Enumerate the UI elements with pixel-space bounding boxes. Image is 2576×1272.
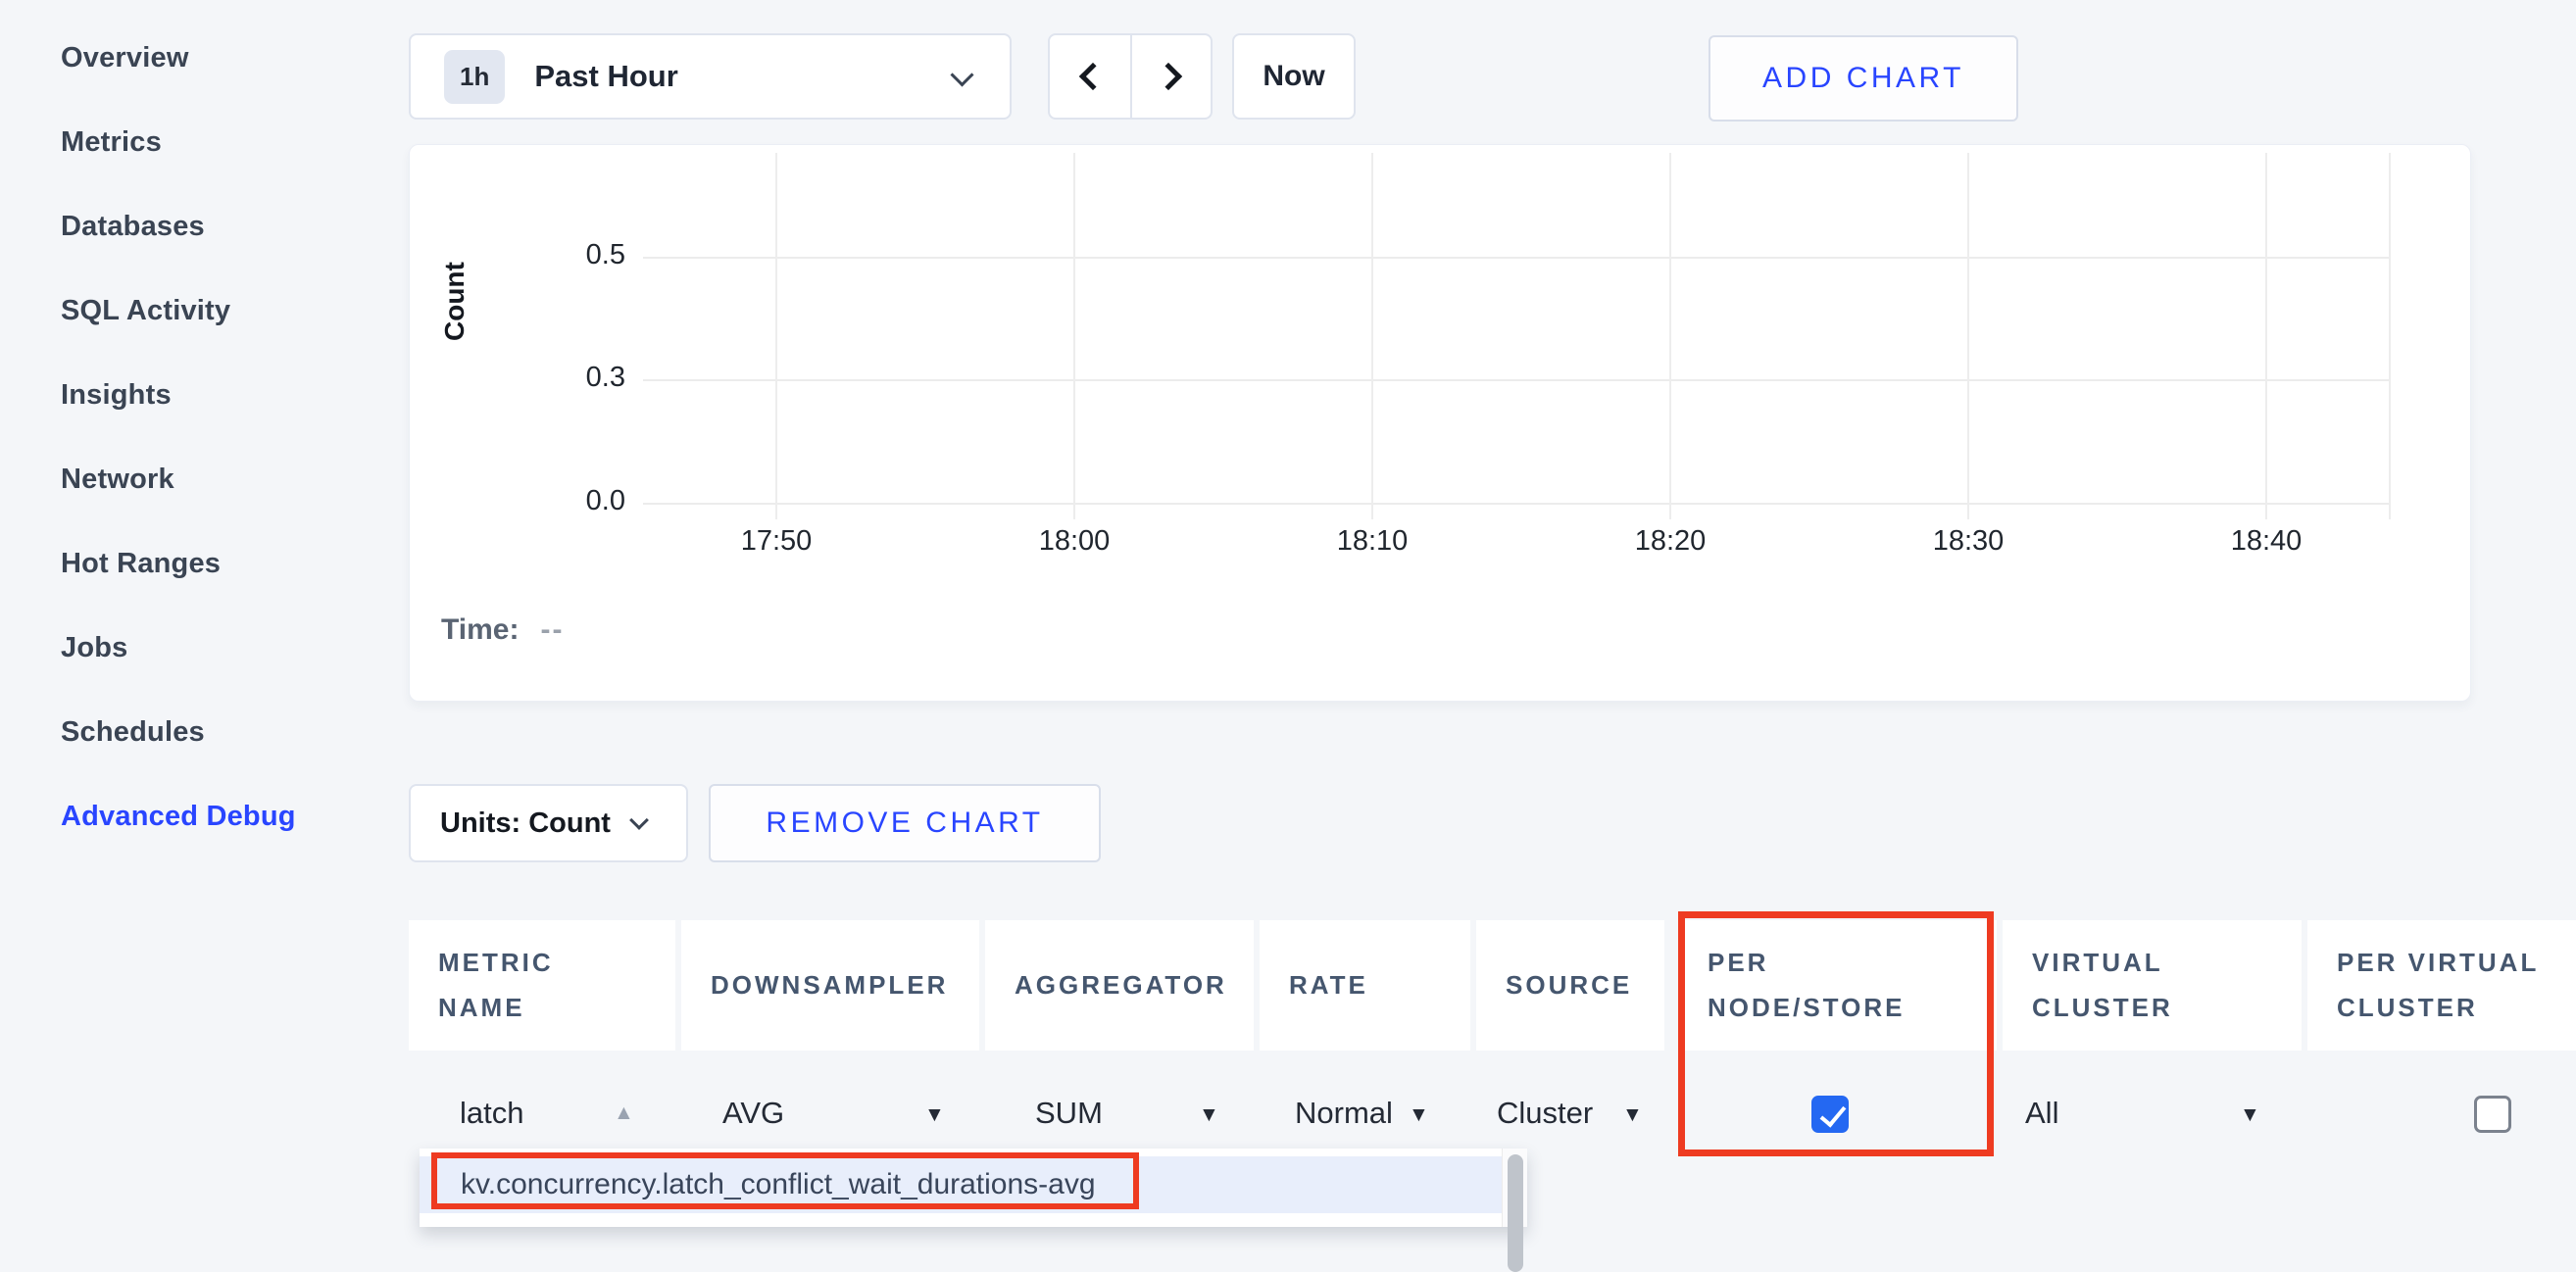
h-gridline [643, 379, 2390, 381]
v-gridline [2265, 153, 2267, 519]
y-axis-label: Count [439, 302, 471, 341]
virtual-cluster-select[interactable]: All [2025, 1094, 2058, 1133]
time-label: Time: [441, 613, 519, 646]
sidebar-item-jobs[interactable]: Jobs [61, 606, 384, 690]
column-header-label: RATE [1289, 963, 1368, 1008]
v-gridline [1371, 153, 1373, 519]
sidebar: Overview Metrics Databases SQL Activity … [61, 16, 384, 858]
chart-hover-footer: Time: -- [441, 613, 564, 647]
v-gridline [1669, 153, 1671, 519]
units-select-label: Units: Count [440, 807, 611, 840]
y-tick-label: 0.3 [537, 362, 625, 394]
sidebar-item-label: Metrics [61, 126, 162, 159]
sidebar-item-label: Overview [61, 42, 189, 74]
column-header-aggregator: AGGREGATOR [985, 920, 1254, 1051]
sidebar-item-sql-activity[interactable]: SQL Activity [61, 269, 384, 353]
column-header-rate: RATE [1260, 920, 1470, 1051]
aggregator-select[interactable]: SUM [1035, 1094, 1103, 1133]
column-header-label: PER NODE/STORE [1708, 941, 1943, 1030]
sidebar-item-label: Advanced Debug [61, 801, 296, 833]
caret-up-icon[interactable]: ▲ [614, 1101, 634, 1125]
chevron-right-icon [1155, 63, 1182, 90]
v-gridline [2389, 153, 2391, 519]
metric-suggestion-item[interactable]: kv.concurrency.latch_conflict_wait_durat… [420, 1156, 1502, 1213]
sidebar-item-label: SQL Activity [61, 295, 230, 327]
column-header-label: VIRTUAL CLUSTER [2032, 941, 2228, 1030]
sidebar-item-label: Hot Ranges [61, 548, 221, 580]
y-tick-label: 0.0 [537, 485, 625, 517]
scrollbar-thumb[interactable] [1508, 1154, 1523, 1272]
sidebar-item-label: Schedules [61, 716, 205, 749]
remove-chart-label: REMOVE CHART [766, 807, 1043, 840]
chart-panel: Count 0.5 0.3 0.0 17:50 18:00 18:10 18:2… [409, 144, 2471, 702]
h-gridline [643, 503, 2390, 505]
per-node-store-checkbox[interactable] [1811, 1096, 1849, 1133]
h-gridline [643, 257, 2390, 259]
v-gridline [775, 153, 777, 519]
time-range-picker[interactable]: 1h Past Hour [409, 33, 1012, 120]
prev-time-button[interactable] [1050, 35, 1130, 118]
caret-down-icon[interactable]: ▼ [924, 1103, 945, 1127]
sidebar-item-schedules[interactable]: Schedules [61, 690, 384, 774]
remove-chart-button[interactable]: REMOVE CHART [709, 784, 1101, 862]
time-nav-group [1048, 33, 1213, 120]
dropdown-scrollbar[interactable] [1502, 1149, 1527, 1227]
column-header-downsampler: DOWNSAMPLER [681, 920, 979, 1051]
sidebar-item-label: Jobs [61, 632, 128, 664]
now-button[interactable]: Now [1232, 33, 1356, 120]
column-header-source: SOURCE [1476, 920, 1664, 1051]
column-header-label: SOURCE [1506, 963, 1632, 1008]
v-gridline [1073, 153, 1075, 519]
caret-down-icon[interactable]: ▼ [1409, 1103, 1429, 1127]
column-header-metric-name: METRIC NAME [409, 920, 675, 1051]
column-header-virtual-cluster: VIRTUAL CLUSTER [2003, 920, 2302, 1051]
time-range-badge: 1h [444, 50, 505, 104]
column-header-per-node-store: PER NODE/STORE [1678, 920, 1997, 1051]
column-header-per-virtual-cluster: PER VIRTUAL CLUSTER [2307, 920, 2576, 1051]
caret-down-icon[interactable]: ▼ [2240, 1103, 2260, 1127]
chevron-left-icon [1079, 63, 1107, 90]
column-header-label: METRIC NAME [438, 941, 595, 1030]
sidebar-item-label: Network [61, 464, 174, 496]
sidebar-item-overview[interactable]: Overview [61, 16, 384, 100]
time-range-label: Past Hour [534, 59, 677, 94]
metric-name-input[interactable]: latch [460, 1094, 523, 1133]
x-tick-label: 17:50 [741, 525, 813, 558]
now-button-label: Now [1263, 60, 1324, 93]
sidebar-item-metrics[interactable]: Metrics [61, 100, 384, 184]
x-tick-label: 18:10 [1337, 525, 1409, 558]
rate-select[interactable]: Normal [1295, 1094, 1393, 1133]
next-time-button[interactable] [1130, 35, 1211, 118]
source-select[interactable]: Cluster [1497, 1094, 1593, 1133]
x-tick-label: 18:00 [1039, 525, 1111, 558]
sidebar-item-network[interactable]: Network [61, 437, 384, 521]
y-tick-label: 0.5 [537, 239, 625, 271]
metric-suggestion-dropdown: kv.concurrency.latch_conflict_wait_durat… [420, 1149, 1527, 1227]
sidebar-item-advanced-debug[interactable]: Advanced Debug [61, 774, 384, 858]
per-virtual-cluster-checkbox[interactable] [2474, 1096, 2511, 1133]
units-select[interactable]: Units: Count [409, 784, 688, 862]
chevron-down-icon [950, 63, 973, 86]
sidebar-item-label: Databases [61, 211, 205, 243]
column-header-label: PER VIRTUAL CLUSTER [2337, 941, 2562, 1030]
sidebar-item-label: Insights [61, 379, 172, 412]
column-header-label: DOWNSAMPLER [711, 963, 948, 1008]
caret-down-icon[interactable]: ▼ [1199, 1103, 1219, 1127]
add-chart-button[interactable]: ADD CHART [1709, 35, 2018, 122]
v-gridline [1967, 153, 1969, 519]
sidebar-item-databases[interactable]: Databases [61, 184, 384, 269]
caret-down-icon[interactable]: ▼ [1622, 1103, 1643, 1127]
add-chart-label: ADD CHART [1762, 62, 1964, 95]
sidebar-item-hot-ranges[interactable]: Hot Ranges [61, 521, 384, 606]
downsampler-select[interactable]: AVG [722, 1094, 784, 1133]
x-tick-label: 18:30 [1933, 525, 2005, 558]
chevron-down-icon [629, 810, 649, 830]
column-header-label: AGGREGATOR [1015, 963, 1227, 1008]
metric-suggestion-text: kv.concurrency.latch_conflict_wait_durat… [461, 1168, 1096, 1201]
time-value: -- [540, 613, 564, 646]
sidebar-item-insights[interactable]: Insights [61, 353, 384, 437]
x-tick-label: 18:20 [1635, 525, 1707, 558]
x-tick-label: 18:40 [2231, 525, 2303, 558]
